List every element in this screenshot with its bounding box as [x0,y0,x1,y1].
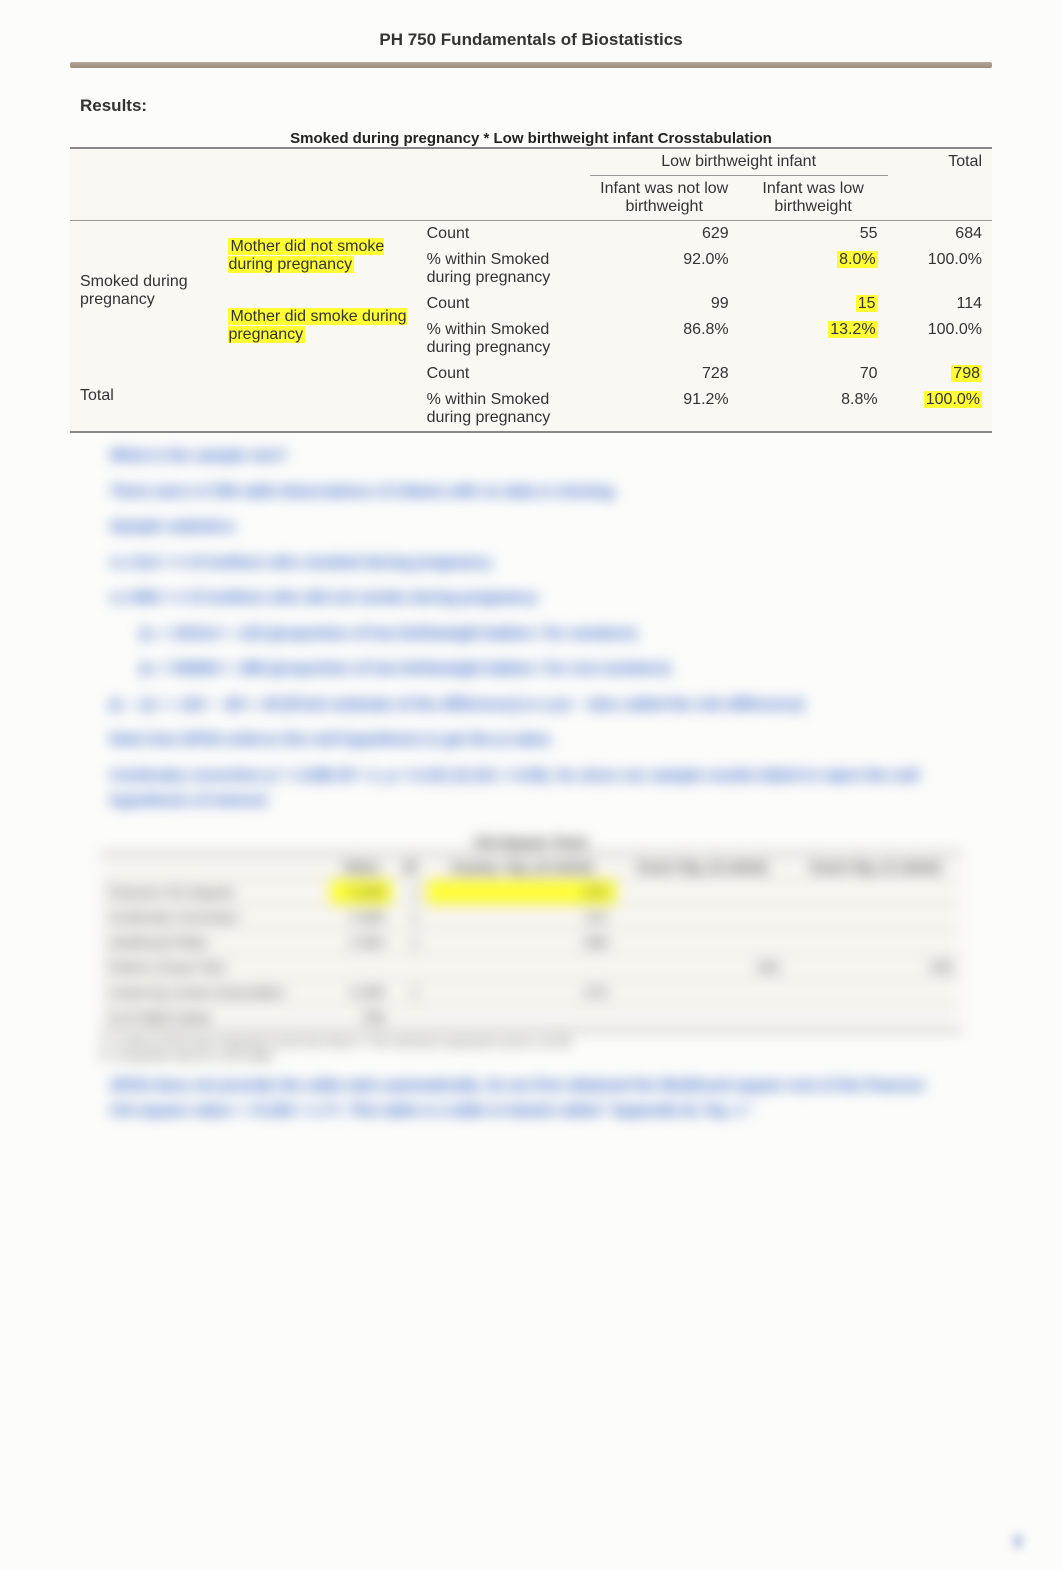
narrative-a2b: n₂=684 = # of mothers who did not smoke … [110,585,952,611]
chisq-r0-value: 3.293 [330,879,393,904]
r1-c2-count: 55 [739,221,888,248]
row-group-label: Smoked during pregnancy [70,221,218,362]
chisq-r3-ex2: .081 [616,954,789,979]
chisq-r1-label: Continuity Correction [100,904,330,929]
chisq-r1-df: 1 [392,904,427,929]
chisq-footnote-b: b. Computed only for a 2x2 table [100,1049,962,1063]
col-group-header: Low birthweight infant [590,148,888,176]
chisq-r5-value: 798 [330,1004,393,1030]
chisq-title: Chi-Square Tests [100,834,962,850]
rt-c1-count: 728 [590,361,739,387]
chisq-h2: df [392,854,427,880]
chisq-footnote-a: a. 0 cells (0.0%) have expected count le… [100,1035,962,1049]
r1-total-count: 684 [888,221,992,248]
narrative-note2: Continuity correction χ² = 2.689 df = 1,… [110,763,952,814]
crosstab-table: Low birthweight infant Total Infant was … [70,147,992,433]
chisq-h5: Exact Sig. (1-sided) [789,854,962,880]
chisq-h3: Asymp. Sig. (2-sided) [427,854,616,880]
header-divider [70,62,992,68]
rt-c2-count: 70 [739,361,888,387]
row1-label: Mother did not smoke during pregnancy [228,238,384,273]
chisq-r0-label: Pearson Chi-Square [100,879,330,904]
col1-header: Infant was not low birthweight [590,176,739,221]
chisq-r3-ex1: .055 [789,954,962,979]
narrative-diff: p̂₁ − p̂₂ = .132 − .08 = .05 [Point esti… [110,692,952,718]
r2-c2-pct: 13.2% [828,321,877,338]
narrative-q2: Sample statistics: [110,514,952,540]
results-heading: Results: [80,96,992,116]
page-number: 2 [1014,1533,1022,1550]
r1-c2-pct: 8.0% [837,251,877,268]
chisq-r4-df: 1 [392,979,427,1004]
stat-pct-r1: % within Smoked during pregnancy [417,247,590,291]
stat-count-r1: Count [417,221,590,248]
r2-total-pct: 100.0% [888,317,992,361]
chisq-r3-label: Fisher's Exact Test [100,954,330,979]
crosstab-title: Smoked during pregnancy * Low birthweigh… [70,130,992,147]
stat-pct-r2: % within Smoked during pregnancy [417,317,590,361]
rt-total-count: 798 [951,365,982,382]
chisq-h1: Value [330,854,393,880]
chisq-r2-value: 2.950 [330,929,393,954]
narrative-note1: Note how SPSS enforce the null hypothesi… [110,727,952,753]
col2-header: Infant was low birthweight [739,176,888,221]
r2-c1-pct: 86.8% [590,317,739,361]
narrative-a2a: n₁=114 = # of mothers who smoked during … [110,550,952,576]
stat-pct-total: % within Smoked during pregnancy [417,387,590,432]
r2-c1-count: 99 [590,291,739,317]
rt-total-pct: 100.0% [924,391,982,408]
row2-label: Mother did smoke during pregnancy [228,308,406,343]
rt-c1-pct: 91.2% [590,387,739,432]
course-title: PH 750 Fundamentals of Biostatistics [70,30,992,50]
chi-square-table-wrapper: Chi-Square Tests Value df Asymp. Sig. (2… [100,834,962,1063]
chisq-h4: Exact Sig. (2-sided) [616,854,789,880]
row-total-label: Total [70,361,218,432]
chisq-r1-value: 2.689 [330,904,393,929]
narrative-p2: p̂₂ = 55/684 = .080 (proportion of low b… [140,656,952,682]
chisq-r4-asymp: .070 [427,979,616,1004]
chisq-r0-df: 1 [392,879,427,904]
r1-total-pct: 100.0% [888,247,992,291]
narrative-p1: p̂₁ = 15/114 = .132 (proportion of low b… [140,621,952,647]
narrative-q1: What is the sample size? [110,443,848,469]
r2-total-count: 114 [888,291,992,317]
chi-square-table: Value df Asymp. Sig. (2-sided) Exact Sig… [100,853,962,1031]
col-total-header: Total [888,148,992,176]
chisq-r5-label: N of Valid Cases [100,1004,330,1030]
stat-count-total: Count [417,361,590,387]
stat-count-r2: Count [417,291,590,317]
r1-c1-pct: 92.0% [590,247,739,291]
chisq-r2-df: 1 [392,929,427,954]
r2-c2-count: 15 [856,295,878,312]
chisq-h0 [100,854,330,880]
narrative-chi-note: SPSS does not provide the odds-ratio aut… [110,1073,952,1124]
chisq-r2-asymp: .086 [427,929,616,954]
r1-c1-count: 629 [590,221,739,248]
chisq-r4-label: Linear-by-Linear Association [100,979,330,1004]
chisq-r0-asymp: .070 [427,879,616,904]
narrative-a1: There were n=798 valid observations of i… [110,479,952,505]
rt-c2-pct: 8.8% [739,387,888,432]
chisq-r1-asymp: .101 [427,904,616,929]
chisq-r2-label: Likelihood Ratio [100,929,330,954]
chisq-r4-value: 3.289 [330,979,393,1004]
